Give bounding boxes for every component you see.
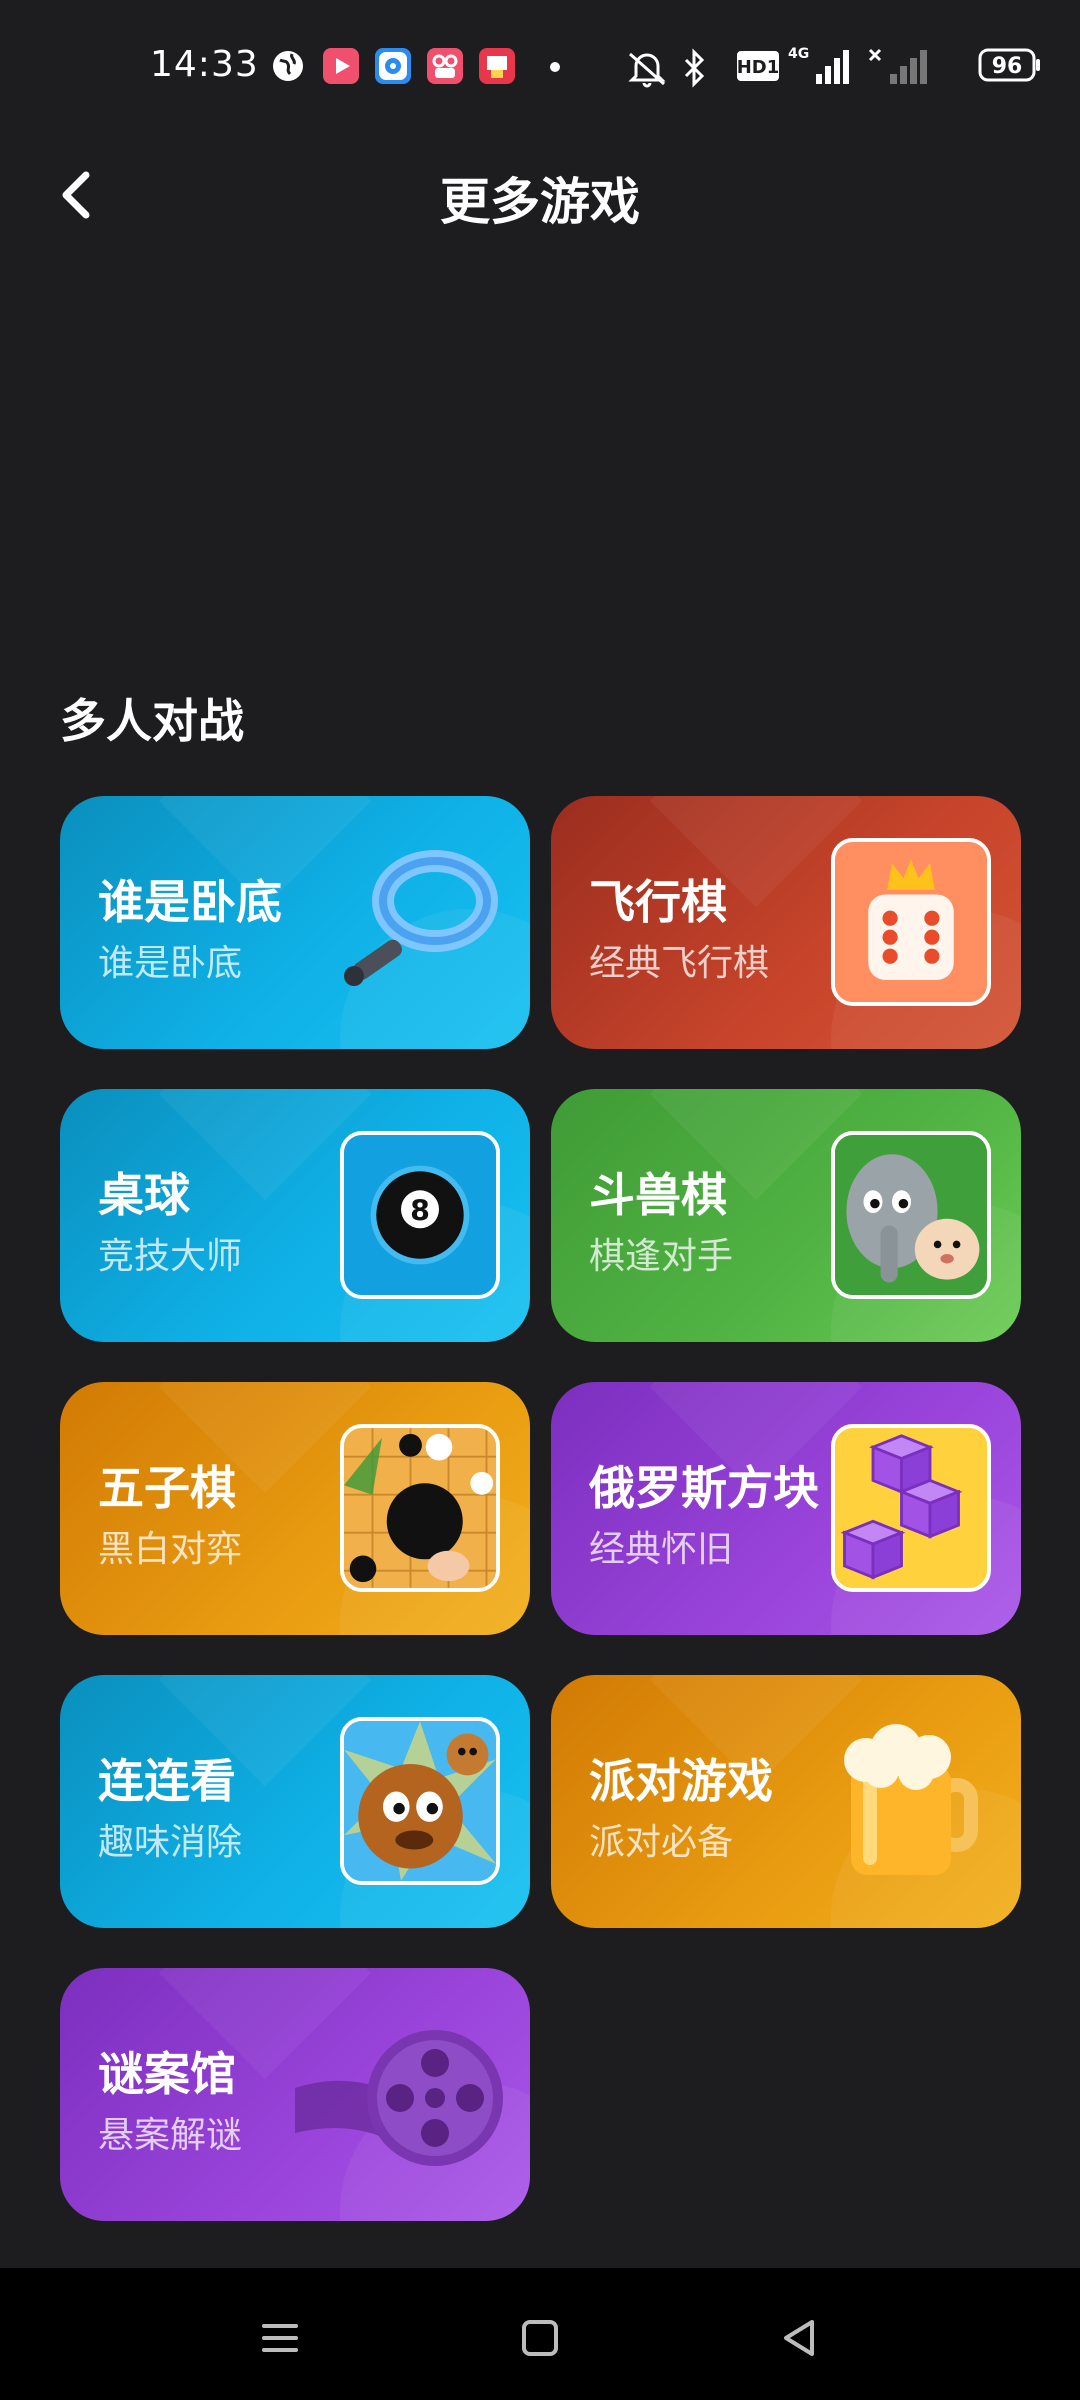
go-stones-icon bbox=[340, 1424, 500, 1592]
game-card-link-match[interactable]: 连连看 趣味消除 bbox=[60, 1675, 530, 1928]
status-bar: 14:33 HD1 4G 96 bbox=[0, 0, 1080, 130]
game-subtitle: 棋逢对手 bbox=[589, 1236, 734, 1277]
beer-mug-icon bbox=[821, 1715, 991, 1885]
magnifier-icon bbox=[330, 836, 500, 1006]
battery-icon: 96 bbox=[978, 48, 1042, 82]
mute-icon bbox=[624, 48, 670, 88]
svg-text:96: 96 bbox=[992, 54, 1023, 79]
camera-app-icon bbox=[427, 48, 463, 84]
dice-crown-icon bbox=[831, 838, 991, 1006]
shop-app-icon bbox=[479, 48, 515, 84]
game-subtitle: 悬案解谜 bbox=[98, 2115, 243, 2156]
bluetooth-icon bbox=[678, 48, 710, 88]
game-card-mystery[interactable]: 谜案馆 悬案解谜 bbox=[60, 1968, 530, 2221]
back-triangle-icon bbox=[784, 2320, 814, 2356]
game-subtitle: 经典怀旧 bbox=[589, 1529, 734, 1570]
game-card-gomoku[interactable]: 五子棋 黑白对弈 bbox=[60, 1382, 530, 1635]
game-name: 俄罗斯方块 bbox=[589, 1461, 819, 1515]
purple-cubes-icon bbox=[831, 1424, 991, 1592]
game-card-animal-chess[interactable]: 斗兽棋 棋逢对手 bbox=[551, 1089, 1021, 1342]
home-button[interactable] bbox=[510, 2308, 570, 2368]
navigation-bar bbox=[0, 2268, 1080, 2400]
game-subtitle: 经典飞行棋 bbox=[589, 943, 770, 984]
game-card-party-games[interactable]: 派对游戏 派对必备 bbox=[551, 1675, 1021, 1928]
cartoon-dog-icon bbox=[340, 1717, 500, 1885]
notification-dot bbox=[550, 62, 560, 72]
game-subtitle: 趣味消除 bbox=[98, 1822, 243, 1863]
game-card-tetris[interactable]: 俄罗斯方块 经典怀旧 bbox=[551, 1382, 1021, 1635]
signal-no-service-icon bbox=[866, 44, 930, 88]
game-subtitle: 谁是卧底 bbox=[98, 943, 243, 984]
video-app-icon bbox=[323, 48, 359, 84]
game-name: 五子棋 bbox=[98, 1461, 236, 1515]
game-name: 谁是卧底 bbox=[98, 875, 282, 929]
elephant-icon bbox=[831, 1131, 991, 1299]
status-time: 14:33 bbox=[150, 44, 259, 85]
game-name: 桌球 bbox=[98, 1168, 190, 1222]
game-subtitle: 派对必备 bbox=[589, 1822, 734, 1863]
svg-text:HD1: HD1 bbox=[737, 57, 780, 78]
game-subtitle: 黑白对弈 bbox=[98, 1529, 243, 1570]
header: 更多游戏 bbox=[0, 130, 1080, 260]
back-nav-button[interactable] bbox=[770, 2308, 830, 2368]
game-name: 飞行棋 bbox=[589, 875, 727, 929]
section-title: 多人对战 bbox=[60, 694, 244, 748]
game-subtitle: 竞技大师 bbox=[98, 1236, 243, 1277]
eight-ball-icon: 8 bbox=[340, 1131, 500, 1299]
signal-4g-icon: 4G bbox=[786, 44, 850, 88]
game-name: 连连看 bbox=[98, 1754, 236, 1808]
game-card-who-is-spy[interactable]: 谁是卧底 谁是卧底 bbox=[60, 796, 530, 1049]
film-reel-icon bbox=[295, 2008, 505, 2178]
game-card-billiards[interactable]: 桌球 竞技大师 8 bbox=[60, 1089, 530, 1342]
menu-button[interactable] bbox=[250, 2308, 310, 2368]
svg-text:4G: 4G bbox=[788, 46, 809, 62]
page-title: 更多游戏 bbox=[440, 173, 640, 231]
game-name: 谜案馆 bbox=[98, 2047, 236, 2101]
svg-text:8: 8 bbox=[410, 1195, 430, 1228]
game-name: 派对游戏 bbox=[589, 1754, 773, 1808]
globe-icon bbox=[270, 48, 306, 84]
home-square-icon bbox=[522, 2320, 558, 2356]
menu-icon bbox=[262, 2324, 298, 2352]
game-name: 斗兽棋 bbox=[589, 1168, 727, 1222]
game-card-ludo[interactable]: 飞行棋 经典飞行棋 bbox=[551, 796, 1021, 1049]
browser-app-icon bbox=[375, 48, 411, 84]
hd-icon: HD1 bbox=[736, 50, 780, 82]
